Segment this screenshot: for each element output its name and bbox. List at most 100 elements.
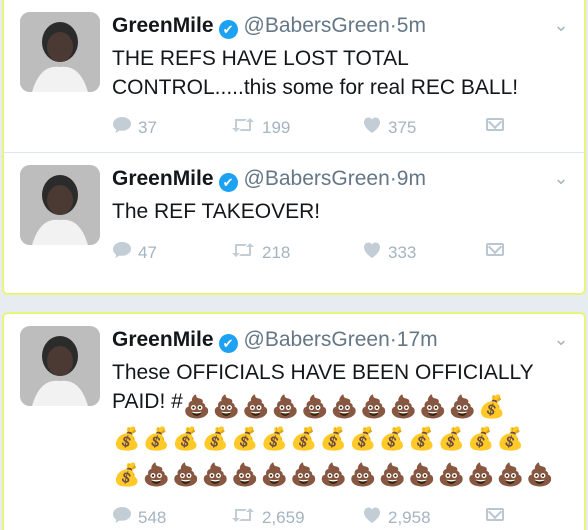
tweet-card[interactable]: GreenMile ✔ @BabersGreen·9m ⌄ The REF TAKE…: [2, 153, 586, 295]
chevron-down-icon[interactable]: ⌄: [552, 169, 570, 187]
like-button[interactable]: 2,958: [362, 506, 431, 529]
chevron-down-icon[interactable]: ⌄: [552, 330, 570, 348]
retweet-count: 199: [262, 117, 291, 137]
poop-emoji: 💩: [389, 394, 417, 419]
reply-button[interactable]: 37: [112, 116, 157, 139]
avatar[interactable]: [20, 326, 100, 406]
money-bag-emoji: 💰: [290, 426, 318, 451]
verified-badge-icon: ✔: [218, 20, 238, 39]
like-button[interactable]: 375: [362, 116, 416, 139]
reply-button[interactable]: 548: [112, 506, 166, 529]
reply-icon: [112, 241, 132, 264]
money-bag-emoji: 💰: [467, 426, 495, 451]
poop-emoji: 💩: [330, 394, 358, 419]
tweet-header: GreenMile ✔ @BabersGreen·17m: [112, 328, 544, 353]
display-name[interactable]: GreenMile: [112, 14, 214, 37]
reply-count: 47: [138, 242, 157, 262]
money-bag-emoji: 💰: [113, 462, 141, 487]
tweet-card[interactable]: GreenMile ✔ @BabersGreen·5m ⌄ THE REFS HAV…: [2, 0, 586, 153]
avatar[interactable]: [20, 12, 100, 92]
separator-dot: ·: [389, 14, 397, 37]
separator-dot: ·: [389, 167, 397, 190]
emoji-row-1: 💩 💩 💩 💩 💩 💩 💩 💩 💩 💩 💰: [182, 392, 507, 421]
poop-emoji: 💩: [201, 462, 229, 487]
tweet-text: The REF TAKEOVER!: [112, 200, 321, 223]
tweet-actions: 47 218 333: [112, 241, 524, 265]
poop-emoji: 💩: [231, 462, 259, 487]
money-bag-emoji: 💰: [349, 426, 377, 451]
handle[interactable]: @BabersGreen: [244, 14, 390, 37]
reply-icon: [112, 116, 132, 139]
money-bag-emoji: 💰: [319, 426, 347, 451]
retweet-count: 218: [262, 242, 291, 262]
money-bag-emoji: 💰: [260, 426, 288, 451]
money-bag-emoji: 💰: [437, 426, 465, 451]
retweet-button[interactable]: 199: [230, 116, 290, 139]
money-bag-emoji: 💰: [142, 426, 170, 451]
reply-icon: [112, 506, 132, 529]
poop-emoji: 💩: [378, 462, 406, 487]
retweet-count: 2,659: [262, 507, 305, 527]
retweet-icon: [230, 506, 256, 529]
tweet-actions: 37 199 375: [112, 116, 524, 140]
verified-badge-icon: ✔: [218, 334, 238, 353]
poop-emoji: 💩: [448, 394, 476, 419]
envelope-icon: [486, 118, 504, 131]
timeline: GreenMile ✔ @BabersGreen·5m ⌄ THE REFS HAV…: [0, 0, 588, 530]
retweet-icon: [230, 241, 256, 264]
money-bag-emoji: 💰: [231, 426, 259, 451]
money-bag-emoji: 💰: [201, 426, 229, 451]
poop-emoji: 💩: [349, 462, 377, 487]
direct-message-button[interactable]: [486, 241, 504, 256]
poop-emoji: 💩: [271, 394, 299, 419]
poop-emoji: 💩: [290, 462, 318, 487]
poop-emoji: 💩: [212, 394, 240, 419]
direct-message-button[interactable]: [486, 506, 504, 521]
poop-emoji: 💩: [526, 462, 554, 487]
timestamp[interactable]: 9m: [397, 167, 426, 190]
reply-count: 548: [138, 507, 167, 527]
money-bag-emoji: 💰: [408, 426, 436, 451]
handle[interactable]: @BabersGreen: [244, 328, 390, 351]
envelope-icon: [486, 508, 504, 521]
avatar-image: [20, 165, 100, 245]
envelope-icon: [486, 243, 504, 256]
verified-badge-icon: ✔: [218, 173, 238, 192]
avatar-image: [20, 326, 100, 406]
avatar-image: [20, 12, 100, 92]
poop-emoji: 💩: [260, 462, 288, 487]
tweet-header: GreenMile ✔ @BabersGreen·5m: [112, 14, 544, 39]
poop-emoji: 💩: [319, 462, 347, 487]
money-bag-emoji: 💰: [478, 394, 506, 419]
money-bag-emoji: 💰: [172, 426, 200, 451]
tweet-header: GreenMile ✔ @BabersGreen·9m: [112, 167, 544, 192]
direct-message-button[interactable]: [486, 116, 504, 131]
heart-icon: [362, 506, 382, 529]
poop-emoji: 💩: [437, 462, 465, 487]
retweet-button[interactable]: 218: [230, 241, 290, 264]
poop-emoji: 💩: [301, 394, 329, 419]
handle[interactable]: @BabersGreen: [244, 167, 390, 190]
poop-emoji: 💩: [467, 462, 495, 487]
reply-button[interactable]: 47: [112, 241, 157, 264]
money-bag-emoji: 💰: [496, 426, 524, 451]
emoji-row-3: 💰 💩 💩 💩 💩 💩 💩 💩 💩 💩 💩 💩 💩 💩 💩: [112, 460, 555, 489]
tweet-text: THE REFS HAVE LOST TOTAL CONTROL.....thi…: [112, 47, 519, 99]
retweet-button[interactable]: 2,659: [230, 506, 305, 529]
poop-emoji: 💩: [242, 394, 270, 419]
tweet-actions: 548 2,659 2,958: [112, 506, 524, 530]
poop-emoji: 💩: [360, 394, 388, 419]
display-name[interactable]: GreenMile: [112, 167, 214, 190]
tweet-card[interactable]: GreenMile ✔ @BabersGreen·17m ⌄ These OFFIC…: [2, 312, 586, 530]
poop-emoji: 💩: [183, 394, 211, 419]
like-button[interactable]: 333: [362, 241, 416, 264]
like-count: 375: [388, 117, 417, 137]
avatar[interactable]: [20, 165, 100, 245]
timestamp[interactable]: 17m: [397, 328, 438, 351]
display-name[interactable]: GreenMile: [112, 328, 214, 351]
timestamp[interactable]: 5m: [397, 14, 426, 37]
chevron-down-icon[interactable]: ⌄: [552, 16, 570, 34]
emoji-row-2: 💰 💰 💰 💰 💰 💰 💰 💰 💰 💰 💰 💰 💰 💰: [112, 424, 525, 453]
poop-emoji: 💩: [142, 462, 170, 487]
poop-emoji: 💩: [408, 462, 436, 487]
